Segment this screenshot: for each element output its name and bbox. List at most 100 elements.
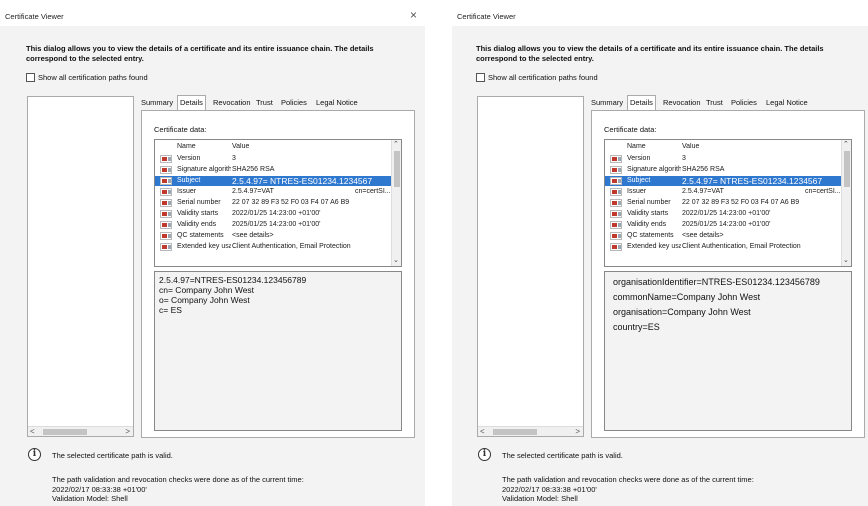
field-name: Serial number [627,199,671,206]
field-value: 2025/01/25 14:23:00 +01'00' [232,221,321,228]
certificate-fields-list[interactable]: Name Value Version 3 Signature algorith..… [154,139,402,267]
tab-legal-notice[interactable]: Legal Notice [316,97,358,108]
scroll-up-icon[interactable]: ⌃ [393,141,399,149]
tab-revocation[interactable]: Revocation [213,97,251,108]
column-name[interactable]: Name [627,143,646,150]
scroll-right-icon[interactable]: > [575,427,580,437]
field-value: 3 [232,155,236,162]
vertical-scrollbar[interactable]: ⌃ ⌄ [391,140,401,266]
detail-line: c= ES [159,305,182,315]
field-name: QC statements [177,232,224,239]
tab-trust[interactable]: Trust [256,97,273,108]
intro-line-1: This dialog allows you to view the detai… [26,44,374,53]
field-name: Validity ends [627,221,667,228]
field-value: 2022/01/25 14:23:00 +01'00' [682,210,771,217]
list-item[interactable]: Signature algorith...SHA256 RSA [155,165,391,175]
column-value[interactable]: Value [682,143,699,150]
certificate-path-tree[interactable]: < > [27,96,134,437]
field-name: Issuer [177,188,197,195]
field-value: 2022/01/25 14:23:00 +01'00' [232,210,321,217]
field-name: Extended key usa... [177,243,231,250]
horizontal-scrollbar[interactable]: < > [478,426,583,436]
detail-line: organisation=Company John West [613,307,751,317]
list-item[interactable]: Issuer 2.5.4.97=VAT cn=certSI... [155,187,391,197]
field-value: Client Authentication, Email Protection [232,243,351,250]
tab-legal-notice[interactable]: Legal Notice [766,97,808,108]
show-all-paths-checkbox[interactable] [26,73,35,82]
field-value: 2.5.4.97= NTRES-ES01234.1234567 [232,176,373,186]
list-item[interactable]: Validity ends 2025/01/25 14:23:00 +01'00' [605,220,841,230]
scroll-thumb[interactable] [394,151,400,187]
list-header: Name Value [155,140,391,152]
tab-revocation[interactable]: Revocation [663,97,701,108]
tab-details[interactable]: Details [627,95,656,110]
show-all-paths-label[interactable]: Show all certification paths found [38,73,148,82]
field-name: Subject [177,177,201,184]
horizontal-scrollbar[interactable]: < > [28,426,133,436]
field-name: Signature algorith... [627,166,681,173]
list-item[interactable]: Extended key usa...Client Authentication… [605,242,841,252]
certificate-field-icon [160,243,172,251]
field-value: 22 07 32 89 F3 52 F0 03 F4 07 A6 B9 [232,199,350,206]
window-title: Certificate Viewer [457,12,516,21]
tab-summary[interactable]: Summary [141,97,173,108]
detail-line: o= Company John West [159,295,250,305]
title-bar: Certificate Viewer × [0,0,425,26]
path-status-text: The selected certificate path is valid. [502,451,623,460]
tab-summary[interactable]: Summary [591,97,623,108]
list-item-selected[interactable]: Subject 2.5.4.97= NTRES-ES01234.1234567 [605,176,841,186]
scroll-thumb[interactable] [844,151,850,187]
vertical-scrollbar[interactable]: ⌃ ⌄ [841,140,851,266]
scroll-right-icon[interactable]: > [125,427,130,437]
scroll-down-icon[interactable]: ⌄ [843,257,849,265]
list-item[interactable]: Serial number 22 07 32 89 F3 52 F0 03 F4 … [155,198,391,208]
field-value: Client Authentication, Email Protection [682,243,801,250]
scroll-down-icon[interactable]: ⌄ [393,257,399,265]
list-item[interactable]: Version 3 [155,154,391,164]
show-all-paths-checkbox[interactable] [476,73,485,82]
list-item[interactable]: QC statements <see details> [155,231,391,241]
close-icon[interactable]: × [410,9,417,21]
certificate-path-tree[interactable]: < > [477,96,584,437]
certificate-data-label: Certificate data: [604,125,657,134]
scroll-left-icon[interactable]: < [30,427,35,437]
list-item[interactable]: Signature algorith...SHA256 RSA [605,165,841,175]
list-item[interactable]: Serial number 22 07 32 89 F3 52 F0 03 F4 … [605,198,841,208]
tab-details[interactable]: Details [177,95,206,110]
list-item[interactable]: QC statements <see details> [605,231,841,241]
column-name[interactable]: Name [177,143,196,150]
certificate-field-icon [610,199,622,207]
field-name: Validity ends [177,221,217,228]
path-validation-info: The path validation and revocation check… [52,475,304,504]
certificate-viewer-dialog-left: Certificate Viewer × This dialog allows … [0,0,425,506]
field-value: 3 [682,155,686,162]
list-item[interactable]: Extended key usa...Client Authentication… [155,242,391,252]
tab-trust[interactable]: Trust [706,97,723,108]
list-item[interactable]: Validity starts 2022/01/25 14:23:00 +01'0… [605,209,841,219]
scroll-thumb[interactable] [493,429,537,435]
show-all-paths-label[interactable]: Show all certification paths found [488,73,598,82]
tab-policies[interactable]: Policies [731,97,757,108]
detail-line: organisationIdentifier=NTRES-ES01234.123… [613,277,820,287]
field-name: QC statements [627,232,674,239]
certificate-field-icon [610,221,622,229]
list-item[interactable]: Validity ends 2025/01/25 14:23:00 +01'00' [155,220,391,230]
field-detail-box[interactable]: organisationIdentifier=NTRES-ES01234.123… [604,271,852,431]
column-value[interactable]: Value [232,143,249,150]
certificate-field-icon [160,210,172,218]
list-item-selected[interactable]: Subject 2.5.4.97= NTRES-ES01234.1234567 [155,176,391,186]
intro-line-1: This dialog allows you to view the detai… [476,44,824,53]
scroll-left-icon[interactable]: < [480,427,485,437]
tab-policies[interactable]: Policies [281,97,307,108]
validation-time: 2022/02/17 08:33:38 +01'00' [52,484,147,494]
scroll-up-icon[interactable]: ⌃ [843,141,849,149]
list-item[interactable]: Issuer 2.5.4.97=VAT cn=certSI... [605,187,841,197]
list-item[interactable]: Validity starts 2022/01/25 14:23:00 +01'0… [155,209,391,219]
validation-model: Validation Model: Shell [52,494,128,503]
scroll-thumb[interactable] [43,429,87,435]
validation-line-1: The path validation and revocation check… [502,475,754,484]
field-detail-box[interactable]: 2.5.4.97=NTRES-ES01234.123456789 cn= Com… [154,271,402,431]
certificate-fields-list[interactable]: Name Value Version 3 Signature algorith..… [604,139,852,267]
info-icon: i [28,448,41,461]
list-item[interactable]: Version 3 [605,154,841,164]
